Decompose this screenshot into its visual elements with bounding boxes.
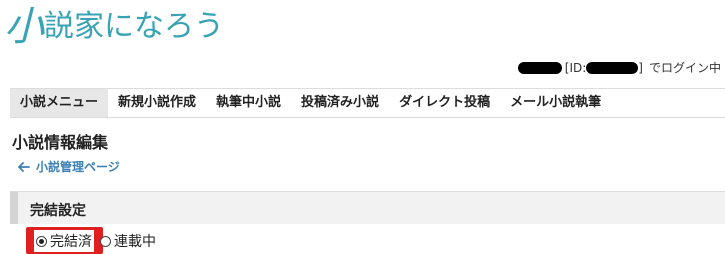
radio-unchecked-icon [100,235,111,247]
nav-item-new-novel[interactable]: 新規小説作成 [108,89,206,117]
nav-item-published[interactable]: 投稿済み小説 [291,89,389,117]
radio-completed[interactable]: 完結済 [34,230,94,252]
nav-item-novel-menu[interactable]: 小説メニュー [10,89,109,117]
redacted-user-id [586,61,639,74]
section-title: 完結設定 [30,203,86,219]
redacted-username [517,61,562,74]
login-status: [ID: ] でログイン中 [517,59,721,76]
radio-ongoing[interactable]: 連載中 [100,231,156,251]
section-accent-bar [10,192,18,224]
completion-options: 完結済 連載中 [26,228,156,254]
nav-item-drafts[interactable]: 執筆中小説 [206,89,291,117]
id-suffix: ] [638,60,643,75]
id-prefix: [ID: [564,60,587,75]
site-logo[interactable]: 小 説家になろう [4,6,224,48]
section-header: 完結設定 [10,191,725,224]
main-nav: 小説メニュー 新規小説作成 執筆中小説 投稿済み小説 ダイレクト投稿 メール小説… [10,88,725,118]
logo-text: 説家になろう [44,9,224,44]
nav-item-direct-post[interactable]: ダイレクト投稿 [389,89,500,117]
back-link[interactable]: 小説管理ページ [18,158,120,175]
login-text: でログイン中 [648,61,721,75]
radio-checked-icon [36,235,47,247]
radio-ongoing-label: 連載中 [114,234,156,250]
page-title: 小説情報編集 [12,133,109,152]
radio-completed-label: 完結済 [50,234,92,250]
nav-item-mail-writing[interactable]: メール小説執筆 [500,89,611,117]
logo-mark: 小 [4,4,44,50]
arrow-left-icon [18,161,30,172]
back-link-label: 小説管理ページ [36,160,120,174]
